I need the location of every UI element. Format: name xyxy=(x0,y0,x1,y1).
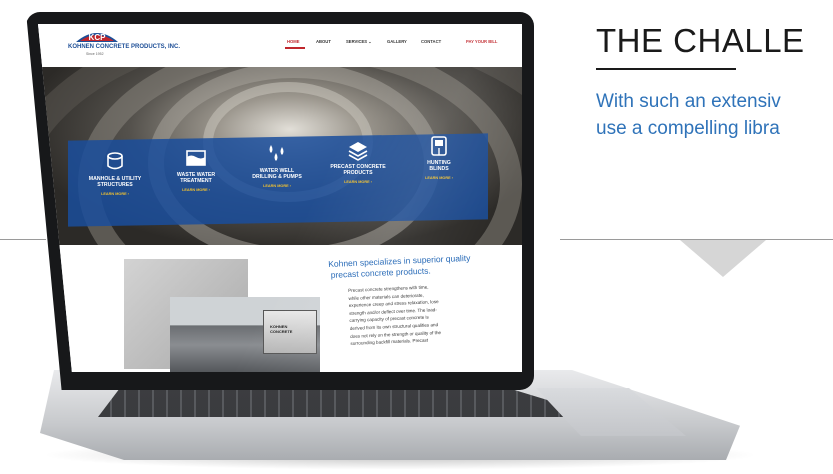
laptop-screen: KCP KOHNEN CONCRETE PRODUCTS, INC. Since… xyxy=(38,24,522,372)
challenge-text-line-1: With such an extensiv xyxy=(596,91,781,112)
company-since: Since 1952 xyxy=(86,52,104,56)
challenge-heading: THE CHALLE xyxy=(596,22,805,59)
service-title: PRECAST CONCRETE PRODUCTS xyxy=(330,164,386,176)
nav-services[interactable]: SERVICES ⌄ xyxy=(346,39,372,44)
learn-more-link[interactable]: LEARN MORE › xyxy=(157,188,235,192)
hunting-blind-icon xyxy=(431,136,447,156)
water-drops-icon xyxy=(269,145,284,161)
service-title: MANHOLE & UTILITY STRUCTURES xyxy=(88,176,142,188)
service-precast[interactable]: PRECAST CONCRETE PRODUCTS LEARN MORE › xyxy=(319,139,397,184)
logo-letters: KCP xyxy=(89,33,107,42)
intro-section: KOHNEN CONCRETE Kohnen specializes in sup… xyxy=(38,245,522,372)
service-title: WATER WELL DRILLING & PUMPS xyxy=(252,168,302,180)
challenge-text: With such an extensiv use a compelling l… xyxy=(596,88,781,142)
learn-more-link[interactable]: LEARN MORE › xyxy=(400,176,478,180)
kcp-logo-icon[interactable]: KCP xyxy=(74,28,120,44)
service-hunting-blinds[interactable]: HUNTING BLINDS LEARN MORE › xyxy=(400,135,478,180)
service-water-well[interactable]: WATER WELL DRILLING & PUMPS LEARN MORE › xyxy=(238,143,316,188)
service-title: WASTE WATER TREATMENT xyxy=(176,172,216,184)
service-manhole[interactable]: MANHOLE & UTILITY STRUCTURES LEARN MORE › xyxy=(76,151,154,196)
truck-logo-text: KOHNEN CONCRETE xyxy=(270,324,293,334)
nav-gallery[interactable]: GALLERY xyxy=(387,39,407,44)
site-header: KCP KOHNEN CONCRETE PRODUCTS, INC. Since… xyxy=(38,24,522,67)
intro-paragraph: Precast concrete strengthens with time, … xyxy=(348,284,442,347)
heading-underline xyxy=(596,68,736,70)
learn-more-link[interactable]: LEARN MORE › xyxy=(319,180,397,184)
hero-banner: MANHOLE & UTILITY STRUCTURES LEARN MORE ›… xyxy=(38,67,522,245)
nav-about[interactable]: ABOUT xyxy=(316,39,331,44)
water-tank-icon xyxy=(186,150,206,166)
nav-contact[interactable]: CONTACT xyxy=(421,39,441,44)
company-name[interactable]: KOHNEN CONCRETE PRODUCTS, INC. xyxy=(68,44,180,50)
concrete-layers-icon xyxy=(348,142,368,161)
nav-home[interactable]: HOME xyxy=(287,39,300,44)
intro-headline: Kohnen specializes in superior quality p… xyxy=(328,252,471,280)
down-arrow-icon xyxy=(680,240,766,277)
service-waste-water[interactable]: WASTE WATER TREATMENT LEARN MORE › xyxy=(157,147,235,192)
learn-more-link[interactable]: LEARN MORE › xyxy=(238,184,316,188)
challenge-text-line-2: use a compelling libra xyxy=(596,118,780,139)
nav-pay-bill[interactable]: PAY YOUR BILL xyxy=(466,39,498,44)
service-title: HUNTING BLINDS xyxy=(427,160,451,172)
manhole-icon xyxy=(107,152,123,170)
learn-more-link[interactable]: LEARN MORE › xyxy=(76,192,154,196)
nav-active-indicator xyxy=(285,47,305,49)
section-divider-left xyxy=(0,239,46,240)
